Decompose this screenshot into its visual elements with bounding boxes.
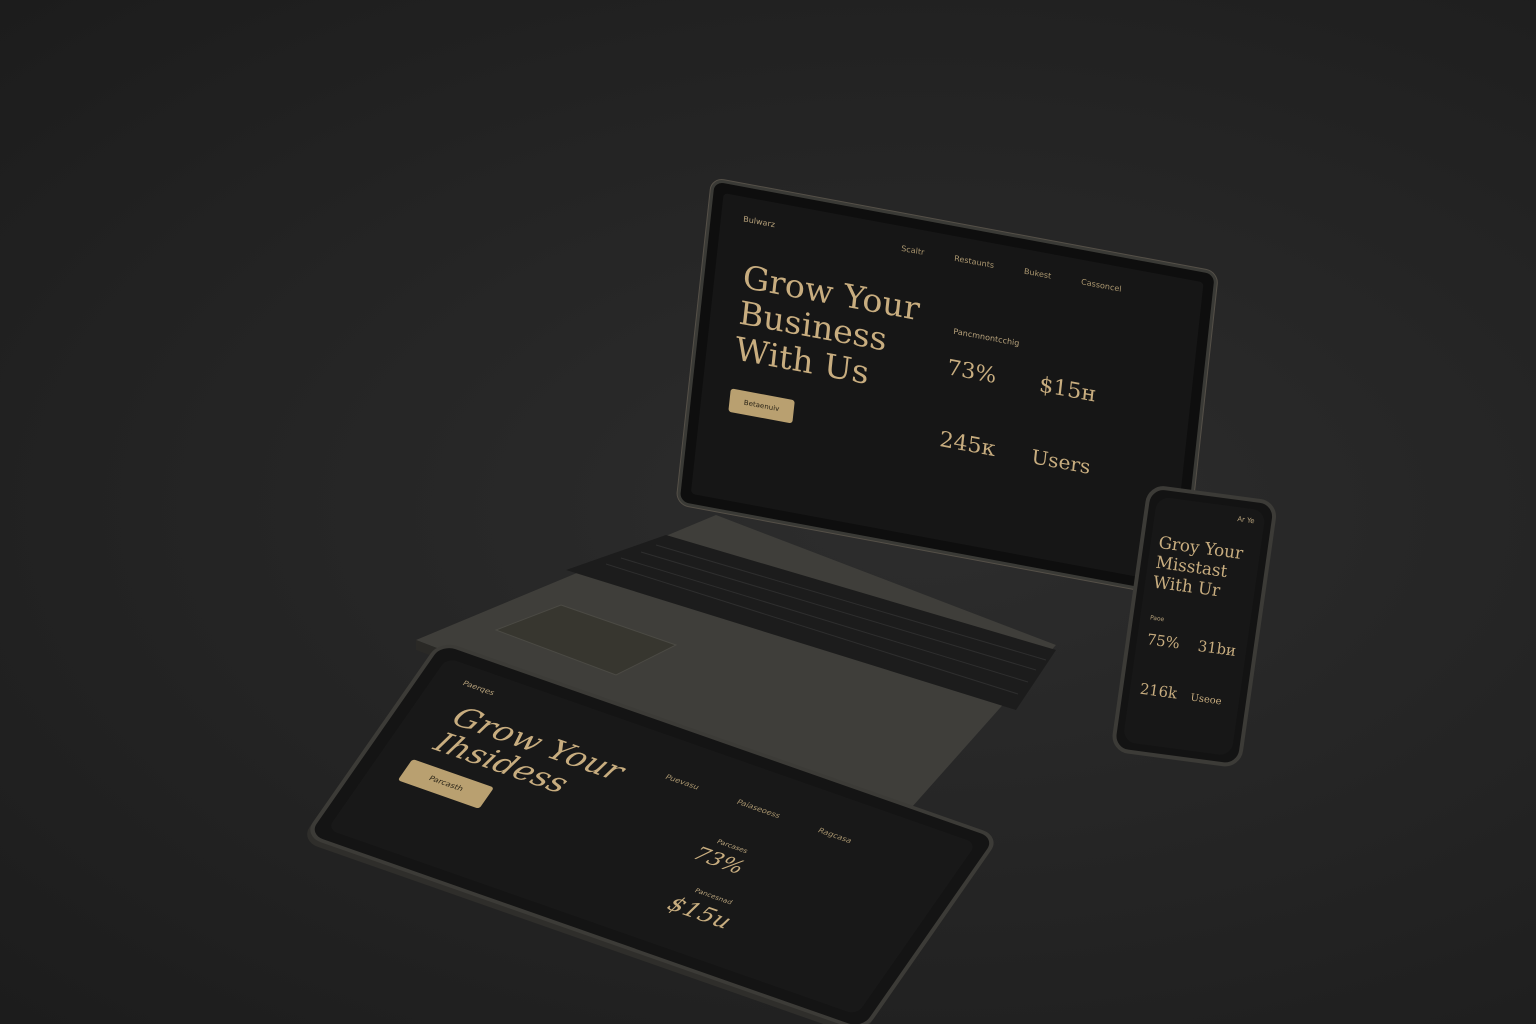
laptop-stat-value: 73% <box>946 355 998 389</box>
phone-display: Ar Ye Groy Your Misstast With Ur Paoe 75… <box>1122 496 1267 757</box>
laptop-nav-item[interactable]: Restaunts <box>954 254 995 270</box>
tablet-brand[interactable]: Paerqes <box>461 679 496 697</box>
laptop-stat-value: Users <box>1030 444 1092 479</box>
phone-stat-value: 75% <box>1145 630 1181 653</box>
scene: Bulwarz Scaltr Restaunts Bukest Cassonce… <box>0 0 1536 1024</box>
tablet-nav-item[interactable]: Paiaseoess <box>735 798 782 820</box>
laptop-brand[interactable]: Bulwarz <box>743 215 776 230</box>
laptop-cta-button[interactable]: Betaenuiv <box>728 388 795 424</box>
laptop-nav-item[interactable]: Cassoncel <box>1081 277 1122 293</box>
tablet-nav-item[interactable]: Ragcasa <box>816 826 853 844</box>
laptop-stats-label: Pancmnontcchig <box>952 326 1020 348</box>
phone-stat-value: Useoe <box>1189 692 1223 708</box>
laptop-nav-item[interactable]: Bukest <box>1024 267 1052 281</box>
laptop-nav: Scaltr Restaunts Bukest Cassoncel <box>901 244 1122 294</box>
phone-stat-value: 31bи <box>1196 637 1238 660</box>
laptop-headline: Grow Your Business With Us <box>733 257 922 399</box>
tablet-nav: Puevasu Paiaseoess Ragcasa <box>664 773 854 845</box>
phone-stat-label: Paoe <box>1149 614 1165 624</box>
laptop-nav-item[interactable]: Scaltr <box>901 244 925 257</box>
phone-headline: Groy Your Misstast With Ur <box>1152 533 1245 604</box>
phone-stat-value: 216k <box>1138 679 1179 703</box>
laptop-stat-value: $15н <box>1038 372 1098 408</box>
laptop-stat-value: 245к <box>938 427 997 463</box>
tablet-nav-item[interactable]: Puevasu <box>664 773 701 791</box>
phone-status-bar: Ar Ye <box>1236 515 1256 526</box>
